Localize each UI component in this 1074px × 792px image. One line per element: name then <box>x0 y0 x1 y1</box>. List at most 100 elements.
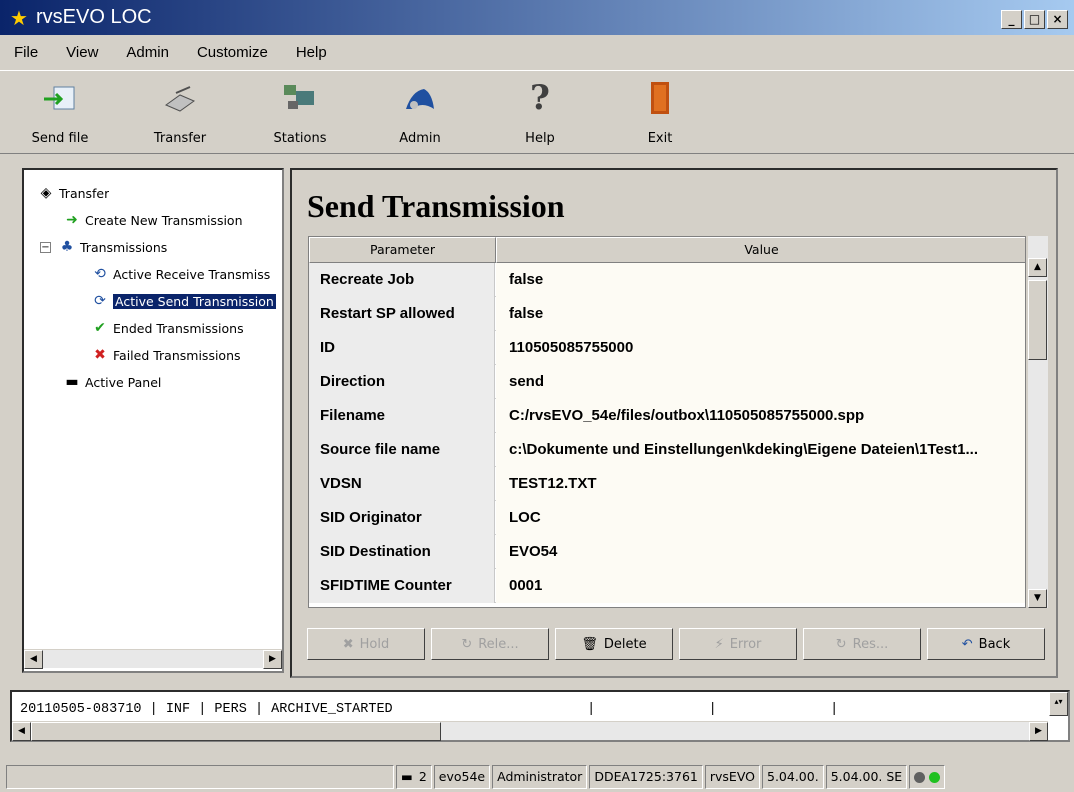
transmissions-icon: ♣ <box>60 239 74 255</box>
exit-icon <box>641 79 679 117</box>
scroll-left-icon[interactable]: ◀ <box>24 650 43 669</box>
admin-button[interactable]: Admin <box>360 71 480 153</box>
tree-item-transfer[interactable]: ◈ Transfer <box>36 182 110 204</box>
help-button[interactable]: ? Help <box>480 71 600 153</box>
exit-button[interactable]: Exit <box>600 71 720 153</box>
table-vertical-scrollbar[interactable]: ▲ ▼ <box>1028 236 1048 608</box>
stations-button[interactable]: Stations <box>240 71 360 153</box>
tree-collapse-icon[interactable]: − <box>40 241 51 253</box>
admin-icon <box>401 79 439 117</box>
minimize-button[interactable]: _ <box>1001 10 1022 29</box>
menu-bar: File View Admin Customize Help <box>0 35 1074 69</box>
table-row[interactable]: Source file name c:\Dokumente und Einstel… <box>309 433 1025 467</box>
scroll-thumb[interactable] <box>1028 280 1047 360</box>
status-bar: ▬ 2 evo54e Administrator DDEA1725:3761 rv… <box>0 762 1074 792</box>
checkmark-icon: ✔ <box>94 320 106 336</box>
tree-item-active-panel[interactable]: ▬ Active Panel <box>62 371 161 393</box>
gray-led-icon <box>914 771 926 783</box>
detail-panel: Send Transmission Parameter Value Recrea… <box>290 168 1058 678</box>
table-row[interactable]: Filename C:/rvsEVO_54e/files/outbox\11050… <box>309 399 1025 433</box>
stations-label: Stations <box>273 131 327 146</box>
lightning-icon: ⚡ <box>714 636 724 652</box>
table-row[interactable]: SID Originator LOC <box>309 501 1025 535</box>
log-panel: 20110505-083710 | INF | PERS | ARCHIVE_S… <box>10 690 1070 742</box>
stations-icon <box>281 79 319 117</box>
toolbar: Send file Transfer Stations Admin ? Help <box>0 70 1074 154</box>
transfer-icon <box>161 79 199 117</box>
status-indicators <box>909 765 946 789</box>
send-file-icon: ➜ <box>66 212 78 228</box>
trash-icon: 🗑 <box>581 636 598 652</box>
table-row[interactable]: ID 110505085755000 <box>309 331 1025 365</box>
release-icon: ↻ <box>461 636 473 652</box>
scroll-up-icon[interactable]: ▲ <box>1028 258 1047 277</box>
error-button[interactable]: ⚡ Error <box>679 628 797 660</box>
menu-file[interactable]: File <box>14 44 38 61</box>
main-window: ★ rvsEVO LOC _ □ × File View Admin Custo… <box>0 0 1074 792</box>
page-title: Send Transmission <box>307 188 565 224</box>
release-button[interactable]: ↻ Rele... <box>431 628 549 660</box>
log-spin-icon[interactable]: ▴▾ <box>1049 692 1068 716</box>
green-led-icon <box>929 771 941 783</box>
send-file-icon <box>41 79 79 117</box>
restart-icon: ↻ <box>835 636 847 652</box>
table-row[interactable]: SFIDTIME Counter 0001 <box>309 569 1025 603</box>
help-label: Help <box>525 131 555 146</box>
restart-button[interactable]: ↻ Res... <box>803 628 921 660</box>
scroll-down-icon[interactable]: ▼ <box>1028 589 1047 608</box>
status-connections: ▬ 2 <box>396 765 432 789</box>
close-button[interactable]: × <box>1047 10 1068 29</box>
table-row[interactable]: VDSN TEST12.TXT <box>309 467 1025 501</box>
hold-button[interactable]: ✖ Hold <box>307 628 425 660</box>
scroll-left-icon[interactable]: ◀ <box>12 722 31 741</box>
monitor-icon: ▬ <box>401 769 413 784</box>
tree-item-transmissions[interactable]: − ♣ Transmissions <box>40 236 167 258</box>
action-button-row: ✖ Hold ↻ Rele... 🗑 Delete ⚡ Error ↻ Res... ↶ B… <box>307 628 1052 662</box>
column-header-value[interactable]: Value <box>496 237 1025 263</box>
scroll-right-icon[interactable]: ▶ <box>263 650 282 669</box>
table-row[interactable]: Restart SP allowed false <box>309 297 1025 331</box>
tree-item-ended[interactable]: ✔ Ended Transmissions <box>90 317 244 339</box>
table-row[interactable]: SID Destination EVO54 <box>309 535 1025 569</box>
tree-item-create-new[interactable]: ➜ Create New Transmission <box>62 209 242 231</box>
help-icon: ? <box>530 78 550 118</box>
status-app: rvsEVO <box>704 765 760 789</box>
tree-horizontal-scrollbar[interactable]: ◀ ▶ <box>24 649 282 669</box>
column-header-parameter[interactable]: Parameter <box>309 237 496 263</box>
log-line: 20110505-083710 | INF | PERS | ARCHIVE_S… <box>20 702 839 717</box>
table-row[interactable]: Recreate Job false <box>309 263 1025 297</box>
transfer-icon: ◈ <box>40 185 52 201</box>
window-title: rvsEVO LOC <box>36 6 152 28</box>
title-bar[interactable]: ★ rvsEVO LOC _ □ × <box>0 0 1074 35</box>
tree-item-active-send[interactable]: ⟳ Active Send Transmission <box>90 290 276 312</box>
status-message <box>6 765 394 789</box>
admin-label: Admin <box>399 131 441 146</box>
undo-icon: ↶ <box>961 636 973 652</box>
status-version-se: 5.04.00. SE <box>825 765 908 789</box>
back-button[interactable]: ↶ Back <box>927 628 1045 660</box>
status-station: evo54e <box>433 765 491 789</box>
scroll-right-icon[interactable]: ▶ <box>1029 722 1048 741</box>
status-version: 5.04.00. <box>762 765 824 789</box>
maximize-button[interactable]: □ <box>1024 10 1045 29</box>
tree-item-active-receive[interactable]: ⟲ Active Receive Transmiss <box>90 263 270 285</box>
table-row[interactable]: Direction send <box>309 365 1025 399</box>
menu-admin[interactable]: Admin <box>126 44 169 61</box>
send-icon: ⟳ <box>94 293 106 309</box>
delete-button[interactable]: 🗑 Delete <box>555 628 673 660</box>
send-file-button[interactable]: Send file <box>0 71 120 153</box>
log-horizontal-scrollbar[interactable]: ◀ ▶ <box>12 721 1048 741</box>
tree-item-failed[interactable]: ✖ Failed Transmissions <box>90 344 240 366</box>
scroll-thumb[interactable] <box>31 722 441 741</box>
menu-view[interactable]: View <box>66 44 98 61</box>
menu-help[interactable]: Help <box>296 44 327 61</box>
status-address: DDEA1725:3761 <box>589 765 703 789</box>
receive-icon: ⟲ <box>94 266 106 282</box>
transfer-button[interactable]: Transfer <box>120 71 240 153</box>
monitor-icon: ▬ <box>65 374 79 390</box>
exit-label: Exit <box>647 131 673 146</box>
app-logo-icon: ★ <box>10 5 28 30</box>
hold-icon: ✖ <box>342 636 354 652</box>
send-file-label: Send file <box>31 131 89 146</box>
menu-customize[interactable]: Customize <box>197 44 268 61</box>
